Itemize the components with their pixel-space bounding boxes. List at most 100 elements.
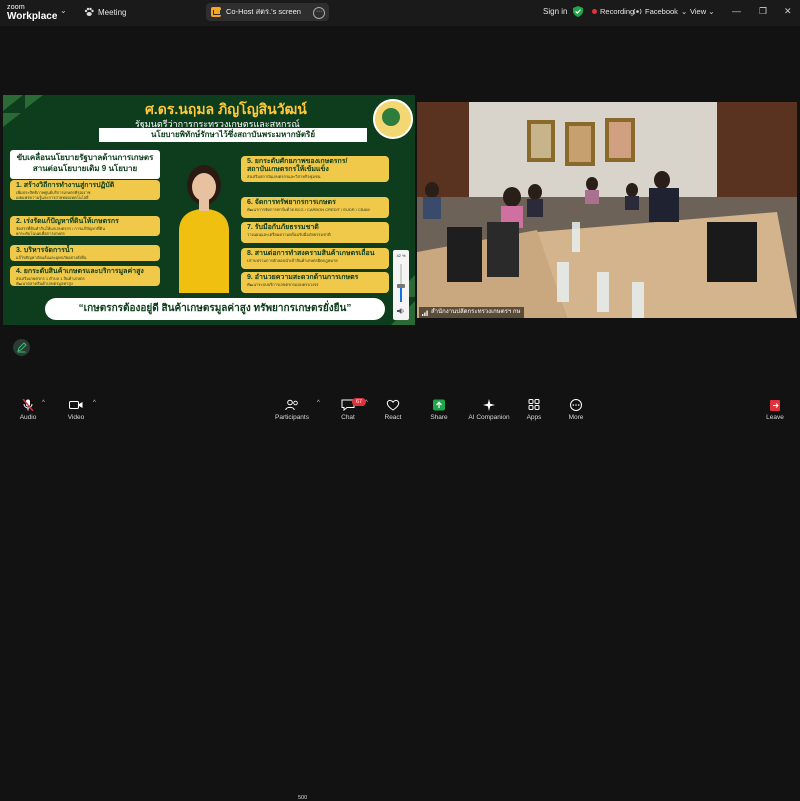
policy-item-title: 6. จัดการทรัพยากรการเกษตร (247, 199, 336, 206)
minister-portrait (179, 165, 229, 293)
audio-button[interactable]: Audio (10, 394, 46, 424)
conference-room-scene (417, 102, 797, 318)
policy-item-title: 8. สานต่อการทำสงครามสินค้าเกษตรเถื่อน (247, 250, 375, 257)
policy-item-detail: ส่งเสริมสถาบันเกษตรกรและวิสาหกิจชุมชน (247, 174, 321, 179)
top-bar: zoom Workplace ⌄ Meeting Co-Host สตร.'s … (0, 0, 800, 26)
volume-slider[interactable]: 42 % (393, 250, 409, 320)
leave-label: Leave (766, 414, 784, 421)
policy-item-detail: ยกระดับโฉนดเพื่อการเกษตร (16, 231, 65, 236)
share-label: Co-Host สตร.'s screen (226, 7, 301, 16)
chat-label: Chat (341, 414, 355, 421)
policy-item: 1. สร้างวิถีการทำงานสู่การปฏิบัติ เพิ่มป… (10, 180, 160, 200)
policy-item: 2. เร่งรัดแก้ปัญหาที่ดินให้เกษตรกร จัดสร… (10, 216, 160, 236)
policy-header-line-1: ขับเคลื่อนนโยบายรัฐบาลด้านการเกษตร (16, 153, 154, 162)
slide-banner: นโยบายพิทักษ์รักษาไว้ซึ่งสถาบันพระมหากษั… (99, 128, 367, 142)
more-icon (570, 399, 582, 411)
participants-icon (285, 399, 298, 411)
meeting-menu[interactable]: Meeting (84, 7, 126, 17)
policy-item-detail: ปราบปรามการลักลอบนำเข้าสินค้าเกษตรผิดกฎห… (247, 258, 338, 263)
shared-screen-slide: ศ.ดร.นฤมล ภิญโญสินวัฒน์ รัฐมนตรีว่าการกร… (3, 95, 415, 325)
apps-label: Apps (526, 414, 542, 421)
recording-indicator[interactable]: Recording (592, 7, 634, 16)
share-label: Share (430, 414, 448, 421)
policy-item-title-2: สถาบันเกษตรกรให้เข้มแข็ง (247, 166, 329, 173)
policy-item-title: 2. เร่งรัดแก้ปัญหาที่ดินให้เกษตรกร (16, 218, 119, 225)
facebook-live-menu[interactable]: Facebook ⌄ (633, 7, 687, 16)
participant-video[interactable] (417, 102, 797, 318)
policy-item-detail: พัฒนาการจัดการฟาร์มด้วย BCG / CARBON CRE… (247, 207, 370, 212)
policy-item: 8. สานต่อการทำสงครามสินค้าเกษตรเถื่อน ปร… (241, 248, 389, 269)
participants-button[interactable]: Participants (272, 394, 312, 424)
video-button[interactable]: Video (58, 394, 94, 424)
chevron-down-icon[interactable]: ⌄ (60, 6, 67, 15)
react-label: React (384, 414, 402, 421)
ministry-seal-icon (373, 99, 413, 139)
chat-unread-badge: 67 (352, 398, 366, 406)
sparkle-icon (483, 399, 495, 411)
more-label: More (568, 414, 584, 421)
meeting-label: Meeting (98, 7, 127, 17)
leave-door-icon (770, 400, 780, 411)
video-options-chevron-icon[interactable]: ^ (93, 400, 96, 406)
slide-footer-slogan: “เกษตรกรต้องอยู่ดี สินค้าเกษตรมูลค่าสูง … (45, 298, 385, 320)
policy-item: 5. ยกระดับศักยภาพของเกษตรกร/ สถาบันเกษตร… (241, 156, 389, 182)
policy-item-detail: แก้ไขปัญหาภัยแล้งและอุทกภัยอย่างยั่งยืน (16, 255, 87, 260)
policy-header: ขับเคลื่อนนโยบายรัฐบาลด้านการเกษตร สานต่… (10, 150, 160, 179)
volume-label: 42 % (396, 253, 406, 258)
facebook-label: Facebook (645, 7, 678, 16)
maximize-icon[interactable]: ❐ (759, 6, 767, 17)
view-label: View (690, 7, 707, 16)
ai-companion-label: AI Companion (468, 414, 510, 421)
recording-label: Recording (600, 7, 635, 16)
view-menu[interactable]: View ⌄ (690, 7, 715, 16)
policy-item: 3. บริหารจัดการน้ำ แก้ไขปัญหาภัยแล้งและอ… (10, 245, 160, 261)
audio-label: Audio (19, 414, 37, 421)
sign-in-link[interactable]: Sign in (543, 7, 567, 16)
more-button[interactable]: More (560, 394, 592, 424)
apps-grid-icon (528, 399, 540, 410)
annotate-button[interactable] (13, 339, 30, 356)
brand-line-2: Workplace (7, 11, 58, 22)
participants-options-chevron-icon[interactable]: ^ (317, 400, 320, 406)
ai-companion-button[interactable]: AI Companion (465, 394, 513, 424)
volume-handle[interactable] (397, 284, 405, 289)
policy-item: 7. รับมือกับภัยธรรมชาติ วางแผนและเตรียมค… (241, 222, 389, 243)
speaker-icon[interactable] (397, 307, 405, 315)
share-screen-icon (433, 399, 445, 411)
chevron-down-icon: ⌄ (680, 7, 688, 16)
participants-label: Participants (275, 414, 309, 421)
minimize-icon[interactable]: — (732, 6, 741, 16)
zoom-logo[interactable]: zoom Workplace (7, 3, 58, 22)
policy-item-title: 1. สร้างวิถีการทำงานสู่การปฏิบัติ (16, 182, 115, 189)
policy-header-line-2: สานต่อนโยบายเดิม 9 นโยบาย (32, 164, 138, 173)
apps-button[interactable]: Apps (518, 394, 550, 424)
volume-track[interactable] (400, 264, 402, 302)
signal-bars-icon (422, 310, 428, 316)
close-icon[interactable]: ✕ (784, 6, 792, 17)
policy-item-title: 3. บริหารจัดการน้ำ (16, 247, 74, 254)
microphone-muted-icon (22, 399, 34, 411)
screen-share-indicator[interactable]: Co-Host สตร.'s screen ⋯ (206, 3, 329, 21)
participant-name-tag: สำนักงานปลัดกระทรวงเกษตรฯ กษ (419, 307, 525, 318)
more-options-icon[interactable]: ⋯ (313, 7, 325, 19)
policy-item-detail: วางแผนและเตรียมความพร้อมรับมือภัยธรรมชาต… (247, 232, 331, 237)
video-label: Video (67, 414, 85, 421)
video-camera-icon (69, 401, 83, 409)
pencil-icon (17, 342, 27, 353)
policy-item-detail: เผยแพร่ความรู้และการถ่ายทอดเทคโนโลยี (16, 195, 89, 200)
react-button[interactable]: React (375, 394, 411, 424)
policy-item: 9. อำนวยความสะดวกด้านการเกษตร พัฒนาระบบบ… (241, 272, 389, 293)
policy-item-detail: พัฒนาระบบบริการเกษตรกรแบบครบวงจร (247, 282, 319, 287)
record-dot-icon (592, 9, 597, 14)
decor-triangles (3, 95, 43, 127)
share-button[interactable]: Share (421, 394, 457, 424)
policy-item-title: 5. ยกระดับศักยภาพของเกษตรกร/ (247, 158, 348, 165)
volume-fill (400, 286, 402, 302)
policy-item-title: 9. อำนวยความสะดวกด้านการเกษตร (247, 274, 359, 281)
shield-check-icon[interactable] (573, 6, 583, 17)
live-stream-icon (633, 8, 642, 15)
participant-name: สำนักงานปลัดกระทรวงเกษตรฯ กษ (431, 309, 521, 315)
leave-button[interactable]: Leave (760, 394, 790, 424)
audio-options-chevron-icon[interactable]: ^ (42, 400, 45, 406)
heart-icon (386, 399, 400, 411)
